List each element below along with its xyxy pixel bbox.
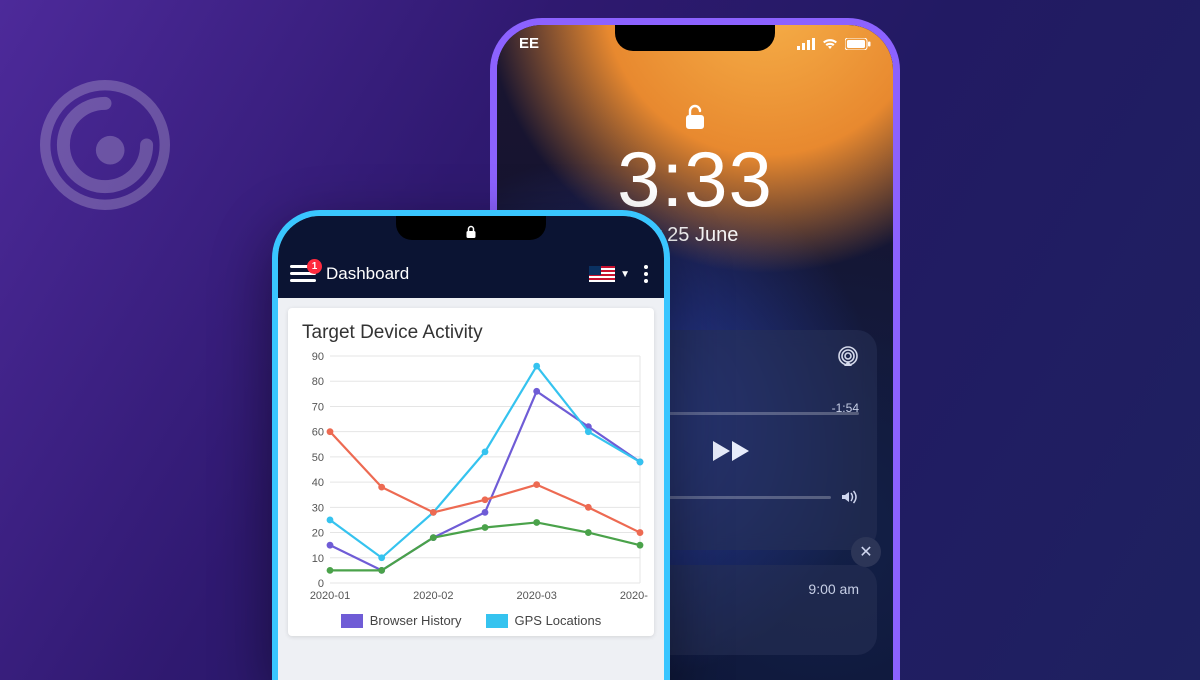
iphone-notch bbox=[615, 25, 775, 51]
svg-text:40: 40 bbox=[312, 477, 324, 489]
unlock-icon bbox=[684, 103, 706, 136]
svg-text:80: 80 bbox=[312, 376, 324, 388]
svg-text:90: 90 bbox=[312, 351, 324, 363]
music-time-remaining: -1:54 bbox=[832, 401, 859, 415]
svg-text:2020-03: 2020-03 bbox=[516, 590, 556, 602]
carrier-label: EE bbox=[519, 35, 539, 52]
legend-item-browser-history: Browser History bbox=[341, 613, 462, 628]
svg-text:2020-01: 2020-01 bbox=[310, 590, 350, 602]
dashboard-phone: 99% 1 Dashboard ▼ Target Device A bbox=[272, 210, 670, 680]
lock-icon bbox=[466, 225, 477, 239]
svg-text:60: 60 bbox=[312, 427, 324, 439]
airplay-icon[interactable] bbox=[837, 346, 859, 373]
chevron-down-icon: ▼ bbox=[620, 269, 630, 280]
svg-text:0: 0 bbox=[318, 578, 324, 590]
dashboard-header: 1 Dashboard ▼ bbox=[278, 250, 664, 298]
activity-chart-card: Target Device Activity 0 10 20 30 40 50 60 70 80… bbox=[288, 308, 654, 636]
language-selector[interactable]: ▼ bbox=[589, 266, 630, 282]
activity-chart: 0 10 20 30 40 50 60 70 80 90 2020-01 2020-02 2020-03… bbox=[298, 350, 648, 605]
legend-item-gps-locations: GPS Locations bbox=[486, 613, 602, 628]
svg-text:70: 70 bbox=[312, 401, 324, 413]
menu-badge: 1 bbox=[307, 259, 322, 274]
chart-title: Target Device Activity bbox=[298, 322, 644, 344]
summary-time: 9:00 am bbox=[808, 581, 859, 597]
more-options-button[interactable] bbox=[644, 265, 648, 283]
lockscreen-time: 3:33 bbox=[497, 140, 893, 218]
svg-text:2020-02: 2020-02 bbox=[413, 590, 453, 602]
battery-icon bbox=[845, 38, 871, 50]
wifi-icon bbox=[821, 38, 839, 50]
brand-logo-icon bbox=[40, 80, 170, 210]
cellular-icon bbox=[797, 38, 815, 50]
page-title: Dashboard bbox=[326, 264, 409, 284]
chart-legend: Browser History GPS Locations bbox=[298, 613, 644, 628]
svg-text:50: 50 bbox=[312, 452, 324, 464]
svg-text:30: 30 bbox=[312, 502, 324, 514]
svg-text:2020-04: 2020-04 bbox=[620, 590, 648, 602]
svg-text:10: 10 bbox=[312, 553, 324, 565]
svg-text:20: 20 bbox=[312, 528, 324, 540]
menu-button[interactable]: 1 bbox=[290, 265, 316, 283]
legend-swatch-icon bbox=[486, 614, 508, 628]
close-icon[interactable]: ✕ bbox=[851, 537, 881, 567]
legend-swatch-icon bbox=[341, 614, 363, 628]
flag-us-icon bbox=[589, 266, 615, 282]
volume-high-icon bbox=[841, 490, 859, 504]
fast-forward-button[interactable] bbox=[712, 439, 752, 468]
